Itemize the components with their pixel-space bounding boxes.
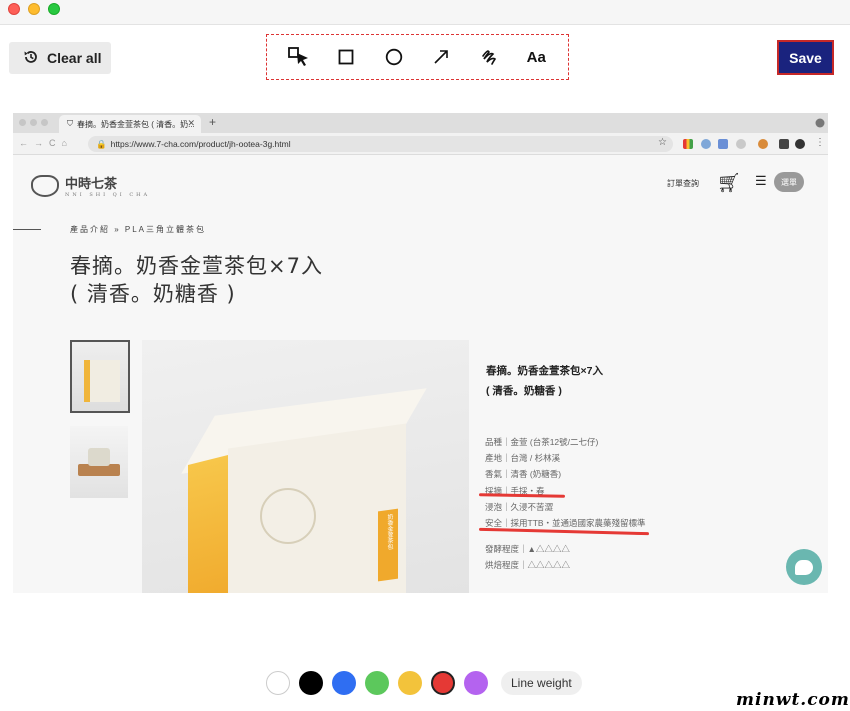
color-swatch-black[interactable] [299,671,323,695]
star-icon: ☆ [658,137,667,148]
cart-icon: 🛒︎ [717,173,742,194]
product-info-title: 春摘。奶香金萱茶包×7入 ( 清香。奶糖香 ) [486,361,603,401]
color-swatch-yellow[interactable] [398,671,422,695]
extension-icon [701,139,711,149]
order-query-link: 訂單查詢 [667,179,699,188]
profile-dot-icon [815,118,825,128]
color-swatch-white[interactable] [266,671,290,695]
browser-tab: ⛉ 春摘。奶香金萱茶包 ( 清香。奶... ✕ [59,115,201,133]
color-palette: Line weight [266,671,582,695]
text-tool-button[interactable]: Aa [521,42,551,72]
product-thumbnail [70,426,128,498]
browser-close-dot [19,119,26,126]
box-side-image [188,455,228,593]
browser-minimize-dot [30,119,37,126]
ellipse-tool-button[interactable] [379,42,409,72]
browser-address-row: ←→C⌂ 🔒 https://www.7-cha.com/product/jh-… [13,133,828,155]
extension-icon [683,139,693,149]
kebab-menu-icon: ⋮ [815,137,825,148]
page-title: 春摘。奶香金萱茶包×7入 ( 清香。奶糖香 ) [70,252,323,308]
square-icon [338,49,354,65]
tab-favicon-icon: ⛉ [67,119,73,128]
color-swatch-red[interactable] [431,671,455,695]
chat-bubble-icon [786,549,822,585]
tab-close-icon: ✕ [187,118,195,128]
lock-icon: 🔒 [96,138,107,149]
product-photo: 奶香金萱茶包 [142,340,469,593]
spec-variety: 品種｜金萱 (台茶12號/二七仔) [485,437,599,447]
circle-icon [385,48,402,66]
page-title-line1: 春摘。奶香金萱茶包×7入 [70,254,323,278]
minimize-window-button[interactable] [28,3,40,15]
extension-icon [736,139,746,149]
menu-lines-icon: ☰ [755,173,767,188]
extension-icon [718,139,728,149]
arrow-tool-button[interactable] [426,42,456,72]
site-logo-text: 中時七茶 [65,177,118,192]
product-thumbnail [70,340,130,413]
box-label: 奶香金萱茶包 [378,508,398,582]
product-info-title-line1: 春摘。奶香金萱茶包×7入 [486,365,603,377]
pen-tool-button[interactable] [474,42,504,72]
puzzle-icon [779,139,789,149]
menu-pill: 選單 [774,172,804,192]
browser-nav-icons: ←→C⌂ [19,138,73,148]
spec-steeping: 浸泡｜久浸不苦澀 [485,501,554,512]
spec-fermentation: 發酵程度｜▲△△△△ [485,544,570,555]
divider [13,229,41,230]
avatar [795,139,805,149]
teapot-logo-icon [31,174,59,197]
color-swatch-blue[interactable] [332,671,356,695]
breadcrumb: 產品介紹 » PLA三角立體茶包 [70,225,207,234]
browser-tab-strip: ⛉ 春摘。奶香金萱茶包 ( 清香。奶... ✕ + [13,113,828,133]
zoom-window-button[interactable] [48,3,60,15]
rectangle-tool-button[interactable] [331,42,361,72]
browser-url: https://www.7-cha.com/product/jh-ootea-3… [110,139,291,149]
close-window-button[interactable] [8,3,20,15]
cursor-icon [287,47,308,66]
extension-icon [758,139,768,149]
browser-address-bar: 🔒 https://www.7-cha.com/product/jh-ootea… [88,136,673,152]
spec-roast: 烘焙程度｜△△△△△ [485,560,571,571]
save-button[interactable]: Save [777,40,834,75]
color-swatch-green[interactable] [365,671,389,695]
select-tool-button[interactable] [284,42,314,72]
arrow-icon [434,50,449,64]
screenshot-canvas[interactable]: ⛉ 春摘。奶香金萱茶包 ( 清香。奶... ✕ + ←→C⌂ 🔒 https:/… [13,113,828,593]
spec-origin: 產地｜台灣 / 杉林溪 [485,453,561,464]
box-seal-image [260,488,316,544]
new-tab-icon: + [209,115,217,129]
tea-box-image [84,360,120,402]
site-logo: 中時七茶 NNI SHI QI CHA [31,173,150,198]
clear-all-label: Clear all [47,50,102,66]
drawing-toolbar: Aa [266,34,569,80]
history-icon [23,49,39,68]
scribble-icon [481,50,496,65]
tea-cup-image [88,448,110,466]
clear-all-button[interactable]: Clear all [9,42,111,74]
text-icon: Aa [526,48,546,66]
spec-aroma: 香氣｜清香 (奶糖香) [485,469,562,480]
window-titlebar [0,0,850,25]
watermark: minwt.com [736,690,850,710]
line-weight-button[interactable]: Line weight [501,671,582,695]
browser-zoom-dot [41,119,48,126]
browser-tab-title: 春摘。奶香金萱茶包 ( 清香。奶... [77,119,195,129]
page-title-line2: ( 清香。奶糖香 ) [70,282,236,306]
color-swatch-purple[interactable] [464,671,488,695]
site-logo-subtext: NNI SHI QI CHA [65,192,151,198]
product-info-title-line2: ( 清香。奶糖香 ) [486,385,562,397]
product-specs: 品種｜金萱 (台茶12號/二七仔) 產地｜台灣 / 杉林溪 香氣｜清香 (奶糖香… [485,434,646,574]
